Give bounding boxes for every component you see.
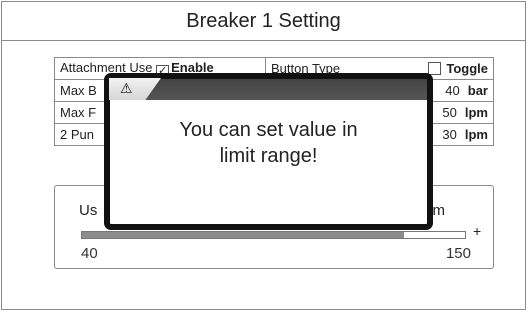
max-b-value: 40: [445, 83, 460, 98]
use-unit: m: [432, 202, 446, 219]
slider-plus-button[interactable]: +: [473, 224, 481, 238]
breaker-setting-screen: Breaker 1 Setting Attachment Use ✓ Enable…: [1, 1, 526, 310]
max-f-value: 50: [442, 105, 457, 120]
use-label: Us: [79, 202, 98, 219]
popup-tab: [109, 78, 161, 100]
warning-icon: ⚠: [120, 80, 133, 96]
slider-min-label: 40: [81, 245, 98, 262]
popup-message-line1: You can set value in: [179, 119, 358, 141]
two-pump-value: 30: [442, 127, 457, 142]
popup-header: ⚠: [109, 78, 427, 100]
slider-fill: [82, 232, 404, 238]
max-f-unit: lpm: [464, 105, 488, 120]
toggle-label: Toggle: [446, 61, 488, 76]
value-slider[interactable]: [81, 231, 466, 239]
max-b-unit: bar: [467, 83, 488, 98]
popup-message-line2: limit range!: [219, 145, 318, 167]
popup-message: You can set value in limit range!: [110, 117, 427, 169]
slider-max-label: 150: [445, 245, 471, 262]
warning-popup[interactable]: ⚠ You can set value in limit range!: [104, 73, 433, 230]
page-title: Breaker 1 Setting: [2, 2, 525, 41]
two-pump-unit: lpm: [464, 127, 488, 142]
